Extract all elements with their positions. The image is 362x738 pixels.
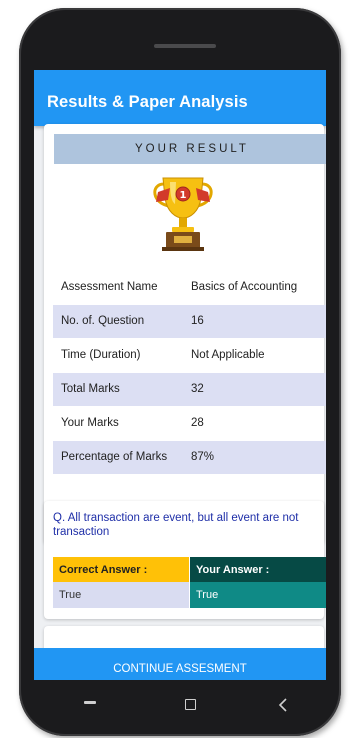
- phone-frame: Results & Paper Analysis YOUR RESULT 1 A…: [19, 8, 341, 736]
- row-value: 87%: [191, 451, 215, 463]
- row-label: Total Marks: [61, 383, 120, 395]
- row-no-of-question: No. of. Question 16: [53, 305, 326, 338]
- result-header: YOUR RESULT: [54, 134, 326, 164]
- row-value: Basics of Accounting: [191, 281, 298, 293]
- screen: Results & Paper Analysis YOUR RESULT 1 A…: [34, 70, 326, 680]
- result-card: YOUR RESULT 1 Assessment Name Basics of …: [44, 124, 326, 544]
- row-label: Time (Duration): [61, 349, 141, 361]
- your-answer-label: Your Answer :: [190, 557, 326, 582]
- row-percentage: Percentage of Marks 87%: [53, 441, 326, 474]
- back-icon[interactable]: [278, 698, 288, 712]
- row-label: No. of. Question: [61, 315, 145, 327]
- row-value: 32: [191, 383, 204, 395]
- page-title: Results & Paper Analysis: [47, 93, 248, 111]
- row-label: Your Marks: [61, 417, 119, 429]
- your-answer-value: True: [190, 582, 326, 608]
- home-icon[interactable]: [185, 699, 196, 710]
- row-value: Not Applicable: [191, 349, 265, 361]
- row-assessment-name: Assessment Name Basics of Accounting: [53, 271, 326, 304]
- correct-answer-value: True: [53, 582, 189, 608]
- continue-assessment-button[interactable]: CONTINUE ASSESMENT: [34, 648, 326, 680]
- row-time-duration: Time (Duration) Not Applicable: [53, 339, 326, 372]
- speaker-grille: [154, 44, 216, 48]
- question-text: Q. All transaction are event, but all ev…: [53, 512, 299, 538]
- question-card: Q. All transaction are event, but all ev…: [44, 501, 326, 619]
- row-value: 28: [191, 417, 204, 429]
- trophy-badge-number: 1: [180, 190, 187, 201]
- recents-icon[interactable]: [84, 701, 96, 704]
- trophy-icon: 1: [153, 177, 213, 251]
- row-label: Assessment Name: [61, 281, 158, 293]
- app-bar: Results & Paper Analysis: [34, 70, 326, 126]
- row-value: 16: [191, 315, 204, 327]
- correct-answer-label: Correct Answer :: [53, 557, 189, 582]
- row-label: Percentage of Marks: [61, 451, 168, 463]
- row-your-marks: Your Marks 28: [53, 407, 326, 440]
- row-total-marks: Total Marks 32: [53, 373, 326, 406]
